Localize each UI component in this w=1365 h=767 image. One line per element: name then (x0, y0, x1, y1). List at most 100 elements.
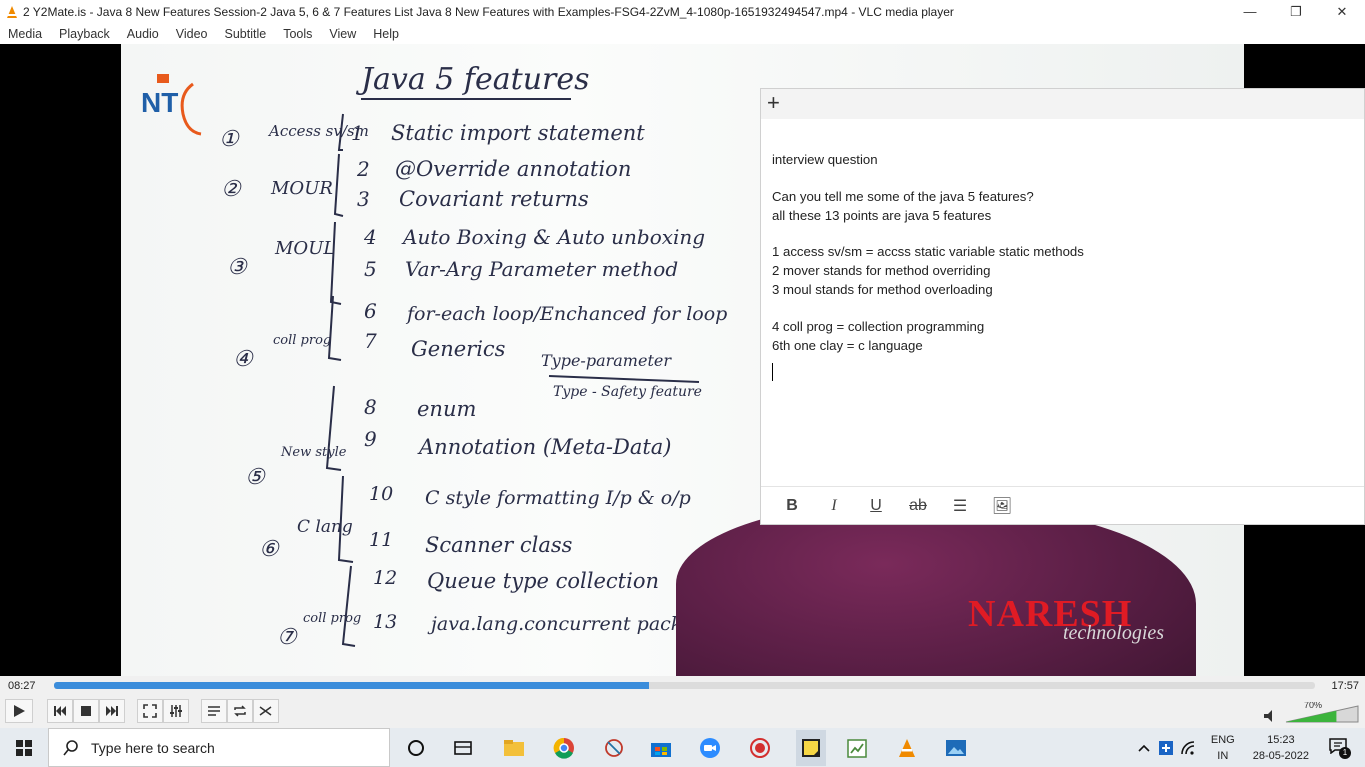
item-num-7: 7 (364, 329, 377, 353)
group-label-5: New style (280, 445, 347, 460)
loop-button[interactable] (227, 699, 253, 723)
item-text-10: C style formatting I/p & o/p (425, 487, 691, 509)
notification-count: 1 (1339, 746, 1351, 759)
menu-video[interactable]: Video (176, 27, 208, 41)
board-title: Java 5 features (355, 62, 590, 97)
bullet-list-button[interactable]: ☰ (939, 496, 981, 516)
previous-button[interactable] (47, 699, 73, 723)
italic-button[interactable]: I (813, 497, 855, 515)
widgets-icon[interactable] (451, 736, 475, 760)
item-text-1: Static import statement (391, 121, 645, 145)
wifi-icon[interactable] (1181, 740, 1197, 755)
seek-slider[interactable] (54, 682, 1315, 689)
item-text-13: java.lang.concurrent package (427, 613, 717, 635)
item-text-5: Var-Arg Parameter method (405, 257, 678, 281)
item-num-13: 13 (373, 611, 397, 633)
restore-button[interactable]: ❐ (1273, 0, 1319, 23)
strikethrough-button[interactable]: ab (897, 497, 939, 515)
task-view-icon[interactable] (404, 736, 428, 760)
group-num-5: ⑤ (245, 465, 266, 490)
add-note-button[interactable]: + (767, 92, 780, 114)
menu-bar: Media Playback Audio Video Subtitle Tool… (0, 23, 1365, 44)
item-num-6: 6 (364, 299, 377, 323)
item-num-8: 8 (364, 395, 377, 419)
play-button[interactable] (5, 699, 33, 723)
generics-note-1: Type-parameter (541, 351, 672, 370)
item-num-3: 3 (357, 187, 370, 211)
group-label-6: C lang (297, 517, 353, 537)
item-text-9: Annotation (Meta-Data) (417, 435, 672, 459)
photos-icon[interactable] (944, 736, 968, 760)
item-text-11: Scanner class (425, 533, 573, 557)
bold-button[interactable]: B (771, 497, 813, 515)
fullscreen-icon (143, 704, 157, 718)
group-num-4: ④ (233, 347, 254, 372)
note-line: interview question (772, 152, 878, 167)
snipping-tool-icon[interactable] (602, 736, 626, 760)
menu-view[interactable]: View (329, 27, 356, 41)
notification-center-button[interactable]: 1 (1329, 737, 1351, 759)
volume-control[interactable]: 70% (1262, 700, 1362, 724)
group-num-6: ⑥ (259, 537, 280, 562)
group-label-3: MOUL (274, 238, 335, 259)
chrome-icon[interactable] (552, 736, 576, 760)
item-text-12: Queue type collection (427, 569, 659, 593)
plus-icon[interactable] (1158, 740, 1173, 755)
minimize-button[interactable]: — (1227, 0, 1273, 23)
close-button[interactable]: ✕ (1319, 0, 1365, 23)
playlist-button[interactable] (201, 699, 227, 723)
windows-icon (16, 739, 32, 756)
sticky-note[interactable]: + interview question Can you tell me som… (760, 88, 1365, 525)
generics-note-2: Type - Safety feature (553, 384, 702, 400)
language-indicator[interactable]: ENG IN (1211, 732, 1235, 764)
seek-bar: 08:27 17:57 (0, 676, 1365, 696)
item-text-6: for-each loop/Enchanced for loop (405, 303, 727, 325)
stop-button[interactable] (73, 699, 99, 723)
equalizer-icon (170, 705, 182, 717)
menu-audio[interactable]: Audio (127, 27, 159, 41)
zoom-icon[interactable] (698, 736, 722, 760)
menu-help[interactable]: Help (373, 27, 399, 41)
item-num-12: 12 (373, 567, 397, 589)
insert-image-button[interactable]: 🖼 (981, 496, 1023, 516)
note-body[interactable]: interview question Can you tell me some … (761, 119, 1364, 382)
extended-settings-button[interactable] (163, 699, 189, 723)
vlc-icon (7, 5, 17, 18)
volume-slider[interactable]: 70% (1262, 700, 1362, 724)
clock[interactable]: 15:23 28-05-2022 (1253, 732, 1309, 764)
menu-playback[interactable]: Playback (59, 27, 110, 41)
chevron-up-icon[interactable] (1137, 743, 1151, 753)
next-button[interactable] (99, 699, 125, 723)
brand-sub: technologies (1063, 622, 1165, 644)
file-explorer-icon[interactable] (502, 736, 526, 760)
store-icon[interactable] (649, 736, 673, 760)
notepad-chart-icon[interactable] (845, 736, 869, 760)
fullscreen-button[interactable] (137, 699, 163, 723)
search-placeholder: Type here to search (91, 739, 215, 756)
current-time: 08:27 (8, 680, 36, 692)
screen-recorder-icon[interactable] (748, 736, 772, 760)
menu-subtitle[interactable]: Subtitle (225, 27, 267, 41)
menu-tools[interactable]: Tools (283, 27, 312, 41)
note-line: all these 13 points are java 5 features (772, 207, 992, 223)
group-label-4: coll prog (273, 333, 331, 348)
item-num-4: 4 (363, 225, 377, 249)
item-num-2: 2 (356, 157, 370, 181)
underline-button[interactable]: U (855, 497, 897, 515)
seek-progress (54, 682, 650, 689)
item-num-11: 11 (369, 529, 393, 551)
note-line: 3 moul stands for method overloading (772, 281, 993, 297)
sticky-notes-icon[interactable] (796, 730, 826, 766)
note-line: 2 mover stands for method overriding (772, 263, 991, 279)
vlc-taskbar-icon[interactable] (895, 736, 919, 760)
total-time[interactable]: 17:57 (1331, 680, 1359, 692)
note-toolbar: B I U ab ☰ 🖼 (761, 486, 1364, 524)
start-button[interactable] (0, 728, 48, 767)
note-line: 4 coll prog = collection programming (772, 318, 985, 334)
shuffle-button[interactable] (253, 699, 279, 723)
item-text-7: Generics (411, 337, 506, 361)
playlist-icon (208, 706, 220, 716)
taskbar-search[interactable]: Type here to search (48, 728, 390, 767)
nit-logo: NT (141, 74, 202, 136)
menu-media[interactable]: Media (8, 27, 42, 41)
